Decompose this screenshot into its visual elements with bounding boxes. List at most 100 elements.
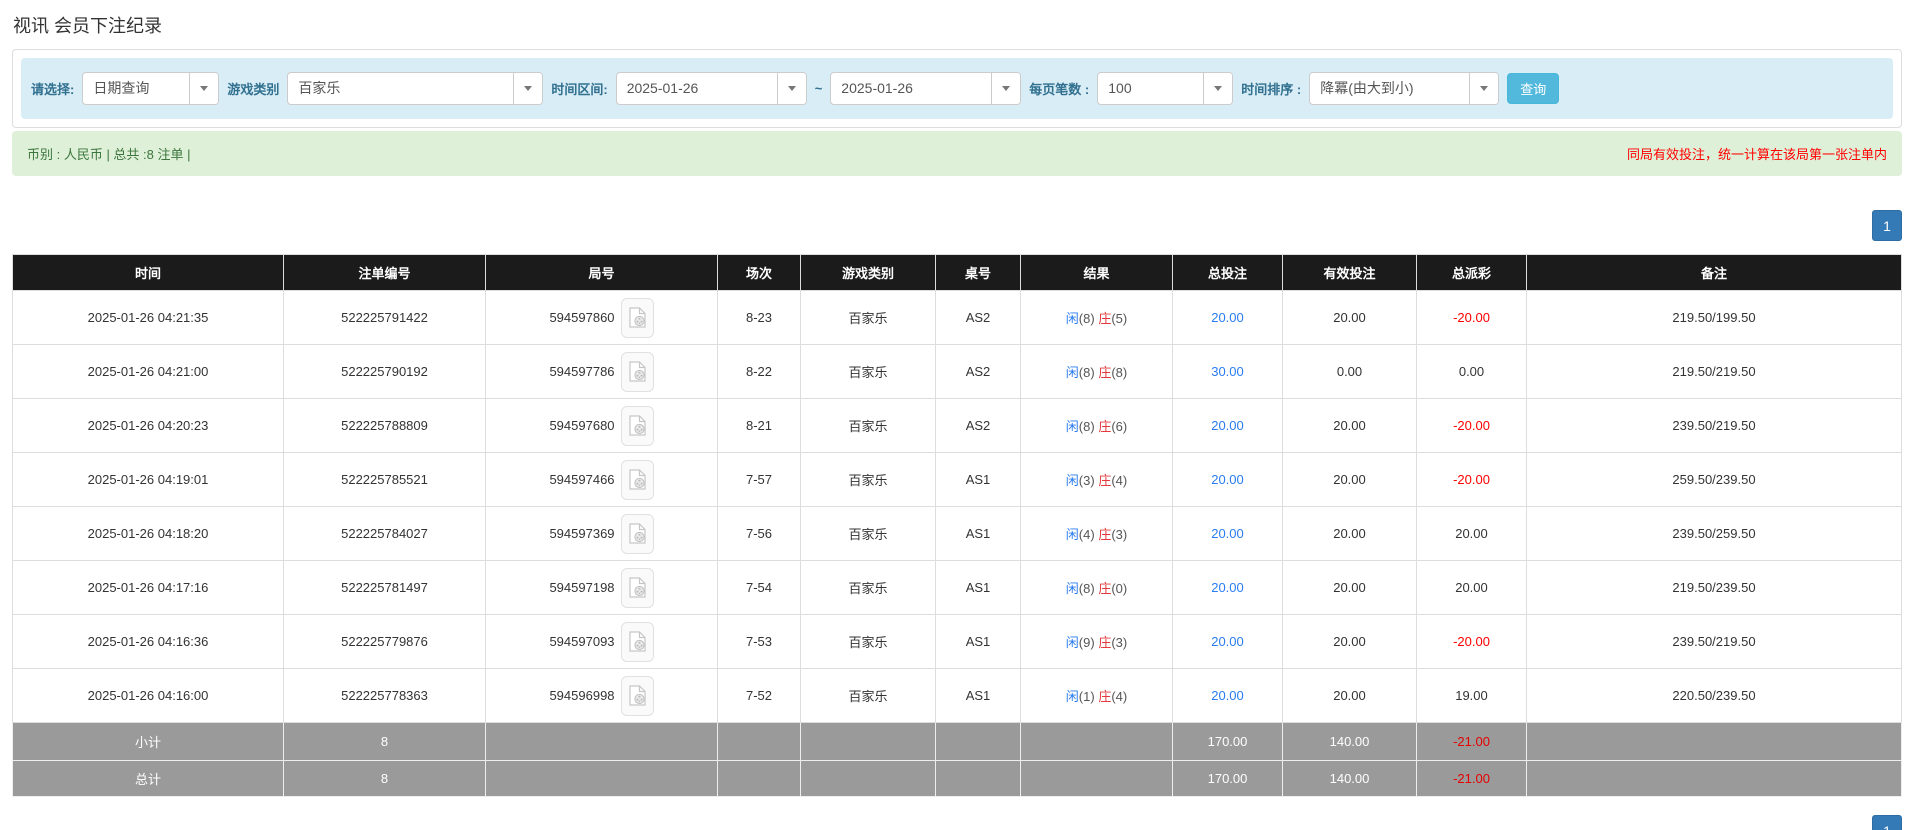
cell-total-bet-link[interactable]: 20.00 xyxy=(1173,453,1283,507)
banker-result-score: (4) xyxy=(1111,689,1127,704)
chevron-down-icon[interactable] xyxy=(1203,73,1232,104)
page-title: 视讯 会员下注纪录 xyxy=(0,0,1914,49)
cell-total-bet-link[interactable]: 30.00 xyxy=(1173,345,1283,399)
cell-round-id: 594597860 xyxy=(486,291,718,345)
cell-bet-id: 522225790192 xyxy=(284,345,486,399)
cell-session: 8-21 xyxy=(718,399,801,453)
video-file-icon xyxy=(629,415,646,436)
cell-remark: 259.50/239.50 xyxy=(1527,453,1902,507)
cell-remark: 239.50/219.50 xyxy=(1527,399,1902,453)
chevron-down-icon[interactable] xyxy=(513,73,542,104)
video-replay-button[interactable] xyxy=(621,460,654,500)
total-total-bet: 170.00 xyxy=(1173,761,1283,797)
chevron-down-icon[interactable] xyxy=(777,73,806,104)
video-file-icon xyxy=(629,361,646,382)
chevron-down-icon[interactable] xyxy=(1469,73,1498,104)
query-mode-select[interactable]: 日期查询 xyxy=(82,72,219,105)
total-label: 总计 xyxy=(13,761,284,797)
cell-valid-bet: 20.00 xyxy=(1283,669,1417,723)
table-row: 2025-01-26 04:20:23 522225788809 5945976… xyxy=(13,399,1902,453)
cell-payout: -20.00 xyxy=(1417,399,1527,453)
betting-records-page: 视讯 会员下注纪录 请选择: 日期查询 游戏类别 百家乐 时间区间: 2025-… xyxy=(0,0,1914,830)
header-table-no: 桌号 xyxy=(936,255,1021,291)
video-replay-button[interactable] xyxy=(621,676,654,716)
page-size-select[interactable]: 100 xyxy=(1097,72,1233,105)
banker-result-score: (0) xyxy=(1111,581,1127,596)
cell-table-no: AS1 xyxy=(936,669,1021,723)
filter-panel: 请选择: 日期查询 游戏类别 百家乐 时间区间: 2025-01-26 ~ 20… xyxy=(12,49,1902,128)
video-replay-button[interactable] xyxy=(621,352,654,392)
cell-game-type: 百家乐 xyxy=(801,291,936,345)
round-id-value: 594597369 xyxy=(549,526,614,541)
banker-result-label: 庄 xyxy=(1098,635,1111,650)
search-button[interactable]: 查询 xyxy=(1507,73,1559,104)
cell-game-type: 百家乐 xyxy=(801,453,936,507)
cell-total-bet-link[interactable]: 20.00 xyxy=(1173,615,1283,669)
cell-valid-bet: 20.00 xyxy=(1283,291,1417,345)
chevron-down-icon[interactable] xyxy=(991,73,1020,104)
banker-result-label: 庄 xyxy=(1098,689,1111,704)
header-result: 结果 xyxy=(1021,255,1173,291)
cell-total-bet-link[interactable]: 20.00 xyxy=(1173,507,1283,561)
cell-total-bet-link[interactable]: 20.00 xyxy=(1173,291,1283,345)
video-replay-button[interactable] xyxy=(621,622,654,662)
game-type-label: 游戏类别 xyxy=(227,79,279,98)
banker-result-label: 庄 xyxy=(1098,419,1111,434)
banker-result-score: (4) xyxy=(1111,473,1127,488)
page-1-button[interactable]: 1 xyxy=(1872,815,1902,830)
currency-total-text: 币别 : 人民币 | 总共 :8 注单 | xyxy=(27,144,191,163)
cell-table-no: AS2 xyxy=(936,291,1021,345)
cell-remark: 219.50/219.50 xyxy=(1527,345,1902,399)
page-1-button[interactable]: 1 xyxy=(1872,210,1902,241)
cell-remark: 220.50/239.50 xyxy=(1527,669,1902,723)
video-replay-button[interactable] xyxy=(621,406,654,446)
cell-game-type: 百家乐 xyxy=(801,399,936,453)
round-id-value: 594597680 xyxy=(549,418,614,433)
subtotal-label: 小计 xyxy=(13,723,284,761)
video-file-icon xyxy=(629,523,646,544)
game-type-select[interactable]: 百家乐 xyxy=(287,72,543,105)
cell-result: 闲(8) 庄(8) xyxy=(1021,345,1173,399)
total-row: 总计 8 170.00 140.00 -21.00 xyxy=(13,761,1902,797)
cell-game-type: 百家乐 xyxy=(801,561,936,615)
total-count: 8 xyxy=(284,761,486,797)
date-to-select[interactable]: 2025-01-26 xyxy=(830,72,1021,105)
table-row: 2025-01-26 04:21:35 522225791422 5945978… xyxy=(13,291,1902,345)
pagination-top: 1 xyxy=(12,210,1902,241)
cell-remark: 219.50/199.50 xyxy=(1527,291,1902,345)
player-result-score: (1) xyxy=(1079,689,1095,704)
player-result-score: (4) xyxy=(1079,527,1095,542)
cell-total-bet-link[interactable]: 20.00 xyxy=(1173,669,1283,723)
cell-payout: -20.00 xyxy=(1417,453,1527,507)
game-type-value: 百家乐 xyxy=(288,73,513,104)
cell-total-bet-link[interactable]: 20.00 xyxy=(1173,561,1283,615)
round-id-value: 594597198 xyxy=(549,580,614,595)
video-replay-button[interactable] xyxy=(621,514,654,554)
table-row: 2025-01-26 04:17:16 522225781497 5945971… xyxy=(13,561,1902,615)
cell-time: 2025-01-26 04:20:23 xyxy=(13,399,284,453)
table-body: 2025-01-26 04:21:35 522225791422 5945978… xyxy=(13,291,1902,723)
cell-session: 8-22 xyxy=(718,345,801,399)
player-result-score: (8) xyxy=(1079,581,1095,596)
sort-order-select[interactable]: 降冪(由大到小) xyxy=(1309,72,1499,105)
player-result-label: 闲 xyxy=(1066,635,1079,650)
cell-table-no: AS1 xyxy=(936,615,1021,669)
chevron-down-icon[interactable] xyxy=(189,73,218,104)
banker-result-label: 庄 xyxy=(1098,527,1111,542)
cell-payout: 0.00 xyxy=(1417,345,1527,399)
cell-time: 2025-01-26 04:17:16 xyxy=(13,561,284,615)
cell-round-id: 594597369 xyxy=(486,507,718,561)
table-row: 2025-01-26 04:18:20 522225784027 5945973… xyxy=(13,507,1902,561)
player-result-label: 闲 xyxy=(1066,581,1079,596)
subtotal-total-bet: 170.00 xyxy=(1173,723,1283,761)
cell-time: 2025-01-26 04:19:01 xyxy=(13,453,284,507)
cell-time: 2025-01-26 04:16:36 xyxy=(13,615,284,669)
cell-total-bet-link[interactable]: 20.00 xyxy=(1173,399,1283,453)
video-replay-button[interactable] xyxy=(621,298,654,338)
date-from-select[interactable]: 2025-01-26 xyxy=(616,72,807,105)
video-replay-button[interactable] xyxy=(621,568,654,608)
video-file-icon xyxy=(629,307,646,328)
player-result-score: (3) xyxy=(1079,473,1095,488)
table-header-row: 时间 注单编号 局号 场次 游戏类别 桌号 结果 总投注 有效投注 总派彩 备注 xyxy=(13,255,1902,291)
banker-result-score: (6) xyxy=(1111,419,1127,434)
